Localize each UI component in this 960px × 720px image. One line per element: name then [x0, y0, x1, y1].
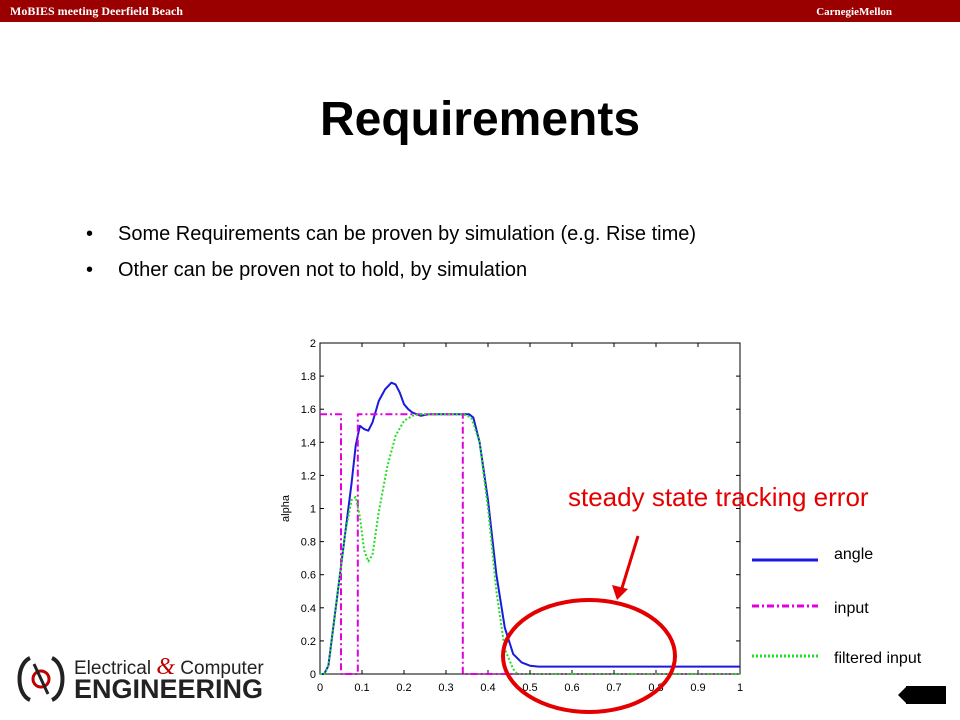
x-tick-label: 0.1 [354, 682, 369, 694]
legend-label-input: input [834, 600, 869, 617]
x-tick-label: 0.3 [438, 682, 453, 694]
legend-label-filtered-input: filtered input [834, 650, 922, 667]
legend-label-angle: angle [834, 546, 874, 563]
x-tick-label: 1 [737, 682, 743, 694]
ece-logo: Electrical & Computer ENGINEERING [12, 654, 264, 704]
y-tick-label: 0.4 [301, 603, 316, 615]
y-tick-label: 1.2 [301, 470, 316, 482]
y-tick-label: 0.6 [301, 570, 316, 582]
logo-line-2: ENGINEERING [74, 674, 264, 704]
response-chart: 0 0.1 0.2 0.3 0.4 0.5 0.6 0.7 0.8 0.9 100.20.40.60… [280, 338, 818, 714]
y-axis-label: alpha [280, 494, 292, 522]
back-nav-button[interactable] [898, 686, 946, 704]
y-tick-label: 2 [310, 338, 316, 350]
x-tick-label: 0.4 [480, 682, 495, 694]
y-tick-label: 0 [310, 669, 316, 681]
logo-icon [17, 656, 65, 702]
x-tick-label: 0.9 [690, 682, 705, 694]
y-tick-label: 1.6 [301, 404, 316, 416]
x-tick-label: 0 [317, 682, 323, 694]
x-tick-label: 0.7 [606, 682, 621, 694]
x-tick-label: 0.6 [564, 682, 579, 694]
x-tick-label: 0.2 [396, 682, 411, 694]
y-tick-label: 0.8 [301, 537, 316, 549]
y-tick-label: 0.2 [301, 636, 316, 648]
y-tick-label: 1.8 [301, 371, 316, 383]
y-tick-label: 1.4 [301, 437, 316, 449]
steady-state-annotation: steady state tracking error [568, 482, 869, 512]
y-tick-label: 1 [310, 504, 316, 516]
